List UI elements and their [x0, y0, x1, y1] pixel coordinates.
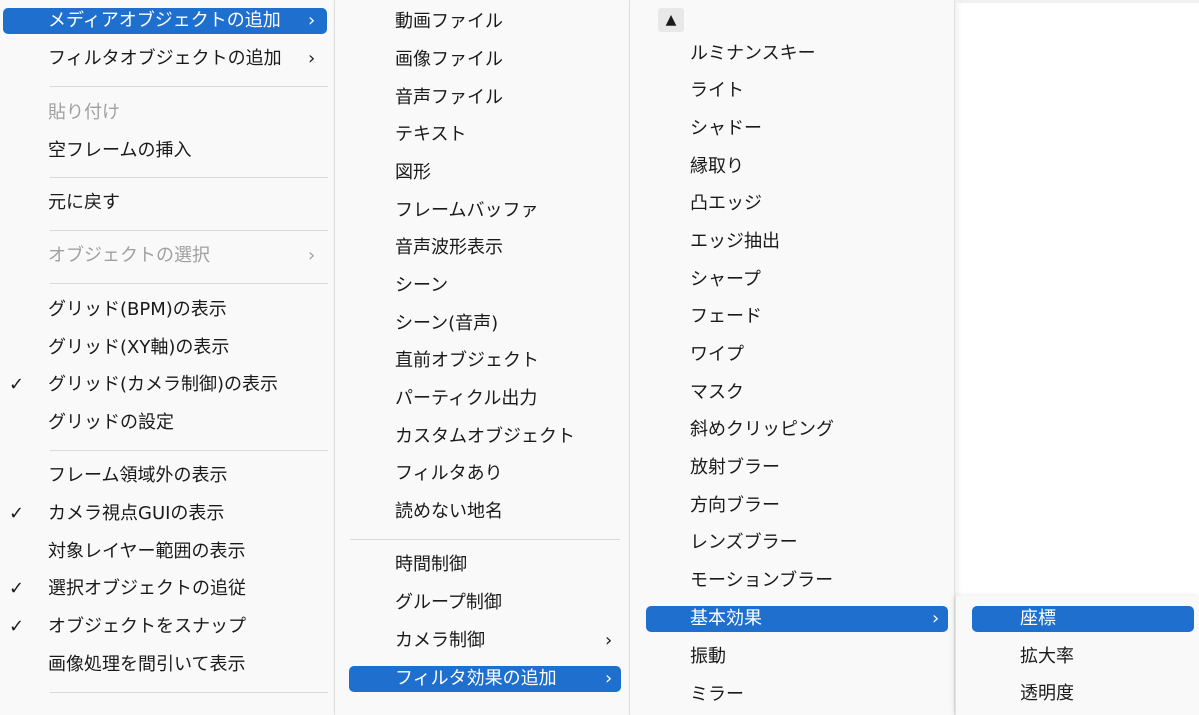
- menu-item-custom-object[interactable]: カスタムオブジェクト: [345, 424, 623, 450]
- menu-item-audio-waveform[interactable]: 音声波形表示: [345, 235, 623, 261]
- menu-item-luminance-key[interactable]: ルミナンスキー: [642, 41, 948, 67]
- menu-item-basic-effects[interactable]: 基本効果 ›: [646, 606, 948, 632]
- submenu-basic-effects: 座標 拡大率 透明度: [955, 596, 1199, 715]
- menu-item-undo[interactable]: 元に戻す: [3, 190, 327, 216]
- background-strip: [955, 0, 1199, 3]
- menu-item-fade[interactable]: フェード: [642, 304, 948, 330]
- menu-item-add-filter-effect[interactable]: フィルタ効果の追加 ›: [349, 666, 621, 692]
- menu-item-group-control[interactable]: グループ制御: [345, 590, 623, 616]
- separator: [50, 450, 328, 451]
- menu-item-show-outside-frame[interactable]: フレーム領域外の表示: [3, 463, 327, 489]
- menu-item-particle-output[interactable]: パーティクル出力: [345, 386, 623, 412]
- menu-item-thin-image-processing[interactable]: 画像処理を間引いて表示: [3, 652, 327, 678]
- menu-item-previous-object[interactable]: 直前オブジェクト: [345, 348, 623, 374]
- separator: [50, 283, 328, 284]
- separator: [50, 230, 328, 231]
- menu-item-select-objects[interactable]: オブジェクトの選択 ›: [3, 243, 327, 269]
- menu-item-border[interactable]: 縁取り: [642, 154, 948, 180]
- menu-item-audio-file[interactable]: 音声ファイル: [345, 85, 623, 111]
- chevron-right-icon: ›: [605, 630, 613, 651]
- checkmark-icon: ✓: [9, 374, 25, 395]
- menu-item-emboss-edge[interactable]: 凸エッジ: [642, 191, 948, 217]
- menu-item-image-file[interactable]: 画像ファイル: [345, 47, 623, 73]
- menu-item-edge-extract[interactable]: エッジ抽出: [642, 229, 948, 255]
- menu-item-vibration[interactable]: 振動: [642, 644, 948, 670]
- menu-item-scale[interactable]: 拡大率: [972, 644, 1194, 670]
- menu-item-with-filter[interactable]: フィルタあり: [345, 461, 623, 487]
- chevron-right-icon: ›: [932, 608, 940, 629]
- context-menu: メディアオブジェクトの追加 › フィルタオブジェクトの追加 › 貼り付け 空フレ…: [0, 0, 335, 715]
- checkmark-icon: ✓: [9, 503, 25, 524]
- menu-item-grid-xy[interactable]: グリッド(XY軸)の表示: [3, 335, 327, 361]
- menu-item-wipe[interactable]: ワイプ: [642, 342, 948, 368]
- chevron-right-icon: ›: [605, 668, 613, 689]
- separator: [50, 86, 328, 87]
- menu-item-motion-blur[interactable]: モーションブラー: [642, 568, 948, 594]
- menu-item-follow-selected[interactable]: ✓ 選択オブジェクトの追従: [3, 576, 327, 602]
- separator: [50, 177, 328, 178]
- menu-item-scene-audio[interactable]: シーン(音声): [345, 311, 623, 337]
- menu-item-camera-gui[interactable]: ✓ カメラ視点GUIの表示: [3, 501, 327, 527]
- menu-item-target-layer-range[interactable]: 対象レイヤー範囲の表示: [3, 539, 327, 565]
- menu-item-text[interactable]: テキスト: [345, 122, 623, 148]
- checkmark-icon: ✓: [9, 616, 25, 637]
- menu-item-radial-blur[interactable]: 放射ブラー: [642, 455, 948, 481]
- menu-item-grid-camera[interactable]: ✓ グリッド(カメラ制御)の表示: [3, 372, 327, 398]
- menu-item-shadow[interactable]: シャドー: [642, 116, 948, 142]
- menu-item-shape[interactable]: 図形: [345, 160, 623, 186]
- menu-item-grid-bpm[interactable]: グリッド(BPM)の表示: [3, 297, 327, 323]
- menu-item-mirror[interactable]: ミラー: [642, 682, 948, 708]
- submenu-filter-effect: ルミナンスキー ライト シャドー 縁取り 凸エッジ エッジ抽出 シャープ フェー…: [630, 0, 955, 715]
- menu-item-insert-empty-frame[interactable]: 空フレームの挿入: [3, 138, 327, 164]
- menu-item-light[interactable]: ライト: [642, 78, 948, 104]
- scroll-up-arrow-icon[interactable]: ▲: [658, 8, 684, 32]
- menu-item-grid-settings[interactable]: グリッドの設定: [3, 410, 327, 436]
- menu-item-time-control[interactable]: 時間制御: [345, 552, 623, 578]
- menu-item-frame-buffer[interactable]: フレームバッファ: [345, 198, 623, 224]
- chevron-right-icon: ›: [308, 10, 316, 31]
- menu-item-directional-blur[interactable]: 方向ブラー: [642, 493, 948, 519]
- menu-item-diagonal-clipping[interactable]: 斜めクリッピング: [642, 417, 948, 443]
- separator: [50, 692, 328, 693]
- submenu-media-object: 動画ファイル 画像ファイル 音声ファイル テキスト 図形 フレームバッファ 音声…: [335, 0, 630, 715]
- menu-item-sharpen[interactable]: シャープ: [642, 267, 948, 293]
- menu-item-add-media-object[interactable]: メディアオブジェクトの追加 ›: [3, 8, 327, 34]
- chevron-right-icon: ›: [308, 48, 316, 69]
- checkmark-icon: ✓: [9, 578, 25, 599]
- menu-item-unreadable-place[interactable]: 読めない地名: [345, 499, 623, 525]
- menu-item-mask[interactable]: マスク: [642, 380, 948, 406]
- menu-item-snap-objects[interactable]: ✓ オブジェクトをスナップ: [3, 614, 327, 640]
- menu-item-lens-blur[interactable]: レンズブラー: [642, 530, 948, 556]
- menu-item-scene[interactable]: シーン: [345, 273, 623, 299]
- menu-item-paste[interactable]: 貼り付け: [3, 100, 327, 126]
- menu-item-video-file[interactable]: 動画ファイル: [345, 9, 623, 35]
- menu-item-add-filter-object[interactable]: フィルタオブジェクトの追加 ›: [3, 46, 327, 72]
- menu-item-camera-control[interactable]: カメラ制御 ›: [345, 628, 623, 654]
- menu-item-coordinates[interactable]: 座標: [972, 606, 1194, 632]
- chevron-right-icon: ›: [308, 245, 316, 266]
- menu-item-opacity[interactable]: 透明度: [972, 681, 1194, 707]
- separator: [350, 539, 620, 540]
